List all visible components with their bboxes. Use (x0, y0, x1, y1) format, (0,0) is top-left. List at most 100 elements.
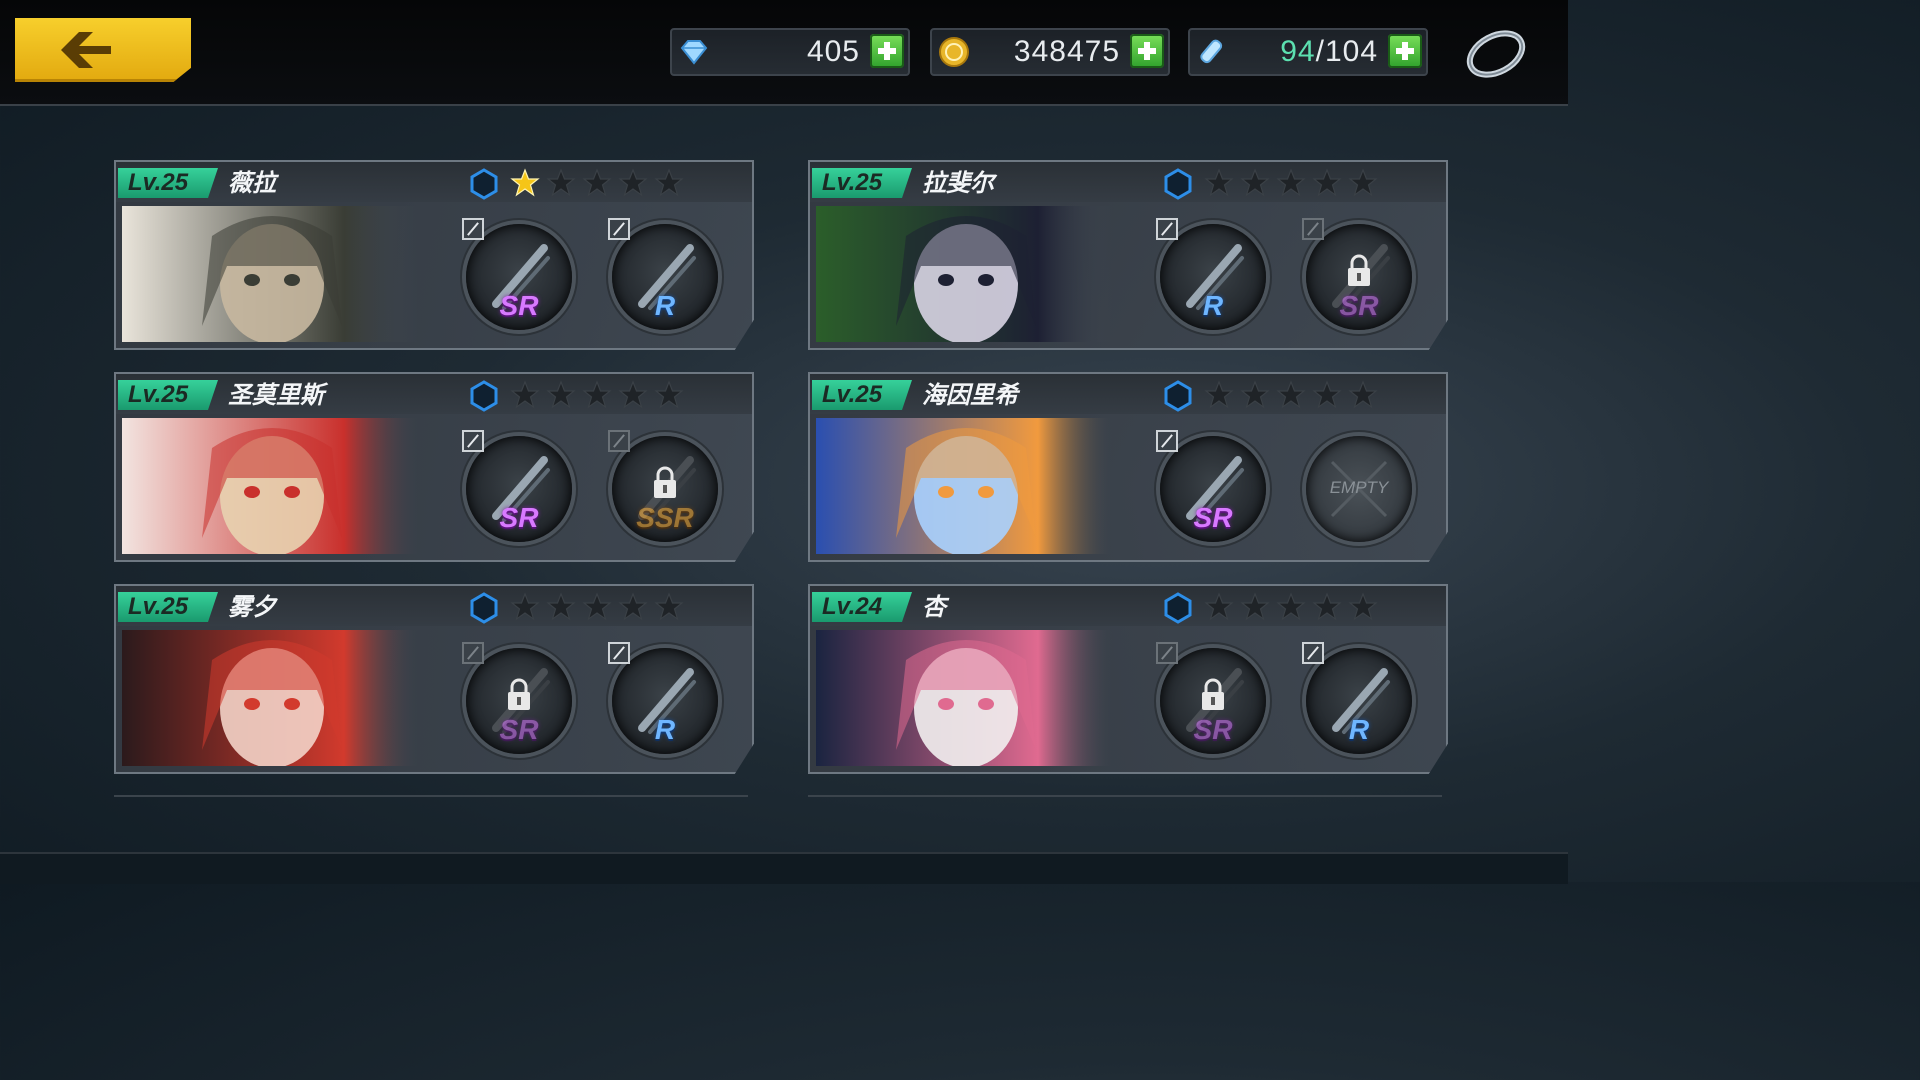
equipment-slot[interactable]: SR (462, 218, 572, 330)
equipment-slot[interactable]: R (608, 642, 718, 754)
hexagon-icon (1164, 380, 1192, 412)
card-header: Lv.25 拉斐尔 (810, 162, 1446, 202)
card-header: Lv.25 海因里希 (810, 374, 1446, 414)
rarity-label: SR (1193, 714, 1233, 745)
star-empty-icon (654, 592, 684, 621)
rarity-label: R (654, 714, 676, 745)
star-empty-icon (654, 168, 684, 197)
rarity-label: SR (499, 714, 539, 745)
star-empty-icon (1348, 592, 1378, 621)
gold-coin-icon (939, 37, 969, 67)
star-empty-icon (582, 168, 612, 197)
lock-icon (508, 678, 530, 710)
empty-slot-label: EMPTY (1329, 478, 1389, 497)
star-empty-icon (546, 380, 576, 409)
equipment-slot[interactable]: R (1302, 642, 1412, 754)
stamina-value: 94/104 (1280, 35, 1378, 68)
equipment-slot[interactable]: SR (462, 642, 572, 754)
star-empty-icon (546, 168, 576, 197)
back-button[interactable] (15, 18, 191, 82)
rarity-label: SR (499, 502, 539, 533)
level-badge: Lv.25 (812, 380, 912, 410)
star-empty-icon (1204, 592, 1234, 621)
rarity-label: SSR (636, 502, 694, 533)
star-rating (510, 168, 684, 198)
hexagon-icon (1164, 168, 1192, 200)
star-empty-icon (1348, 380, 1378, 409)
star-empty-icon (1240, 168, 1270, 197)
character-card[interactable]: Lv.25 海因里希 SR EMPTY (808, 372, 1448, 562)
character-card[interactable]: Lv.25 圣莫里斯 SR SSR (114, 372, 754, 562)
equipment-slot[interactable]: SR (462, 430, 572, 542)
star-empty-icon (618, 592, 648, 621)
hexagon-icon (470, 592, 498, 624)
character-card[interactable]: Lv.25 薇拉 SR R (114, 160, 754, 350)
rarity-label: R (1202, 290, 1224, 321)
equipment-slot[interactable]: SR (1302, 218, 1412, 330)
character-portrait (816, 418, 1112, 554)
rarity-label: SR (1193, 502, 1233, 533)
back-arrow-icon (61, 32, 111, 68)
level-badge: Lv.25 (812, 168, 912, 198)
character-portrait (122, 418, 418, 554)
character-card[interactable]: Lv.25 拉斐尔 R SR (808, 160, 1448, 350)
rarity-label: R (1348, 714, 1370, 745)
card-header: Lv.25 雾夕 (116, 586, 752, 626)
star-empty-icon (582, 380, 612, 409)
star-empty-icon (1312, 592, 1342, 621)
hexagon-icon (470, 380, 498, 412)
gold-counter: 348475 (930, 28, 1170, 76)
add-gold-button[interactable] (1130, 34, 1164, 68)
character-name: 杏 (922, 593, 946, 621)
star-empty-icon (1204, 168, 1234, 197)
star-empty-icon (1276, 592, 1306, 621)
level-badge: Lv.25 (118, 592, 218, 622)
character-card[interactable]: Lv.25 雾夕 SR R (114, 584, 754, 774)
gem-value: 405 (806, 35, 860, 68)
character-portrait (816, 206, 1112, 342)
star-empty-icon (1204, 380, 1234, 409)
character-name: 圣莫里斯 (228, 381, 324, 409)
star-rating (1204, 168, 1378, 198)
ring-icon[interactable] (1460, 20, 1530, 84)
hexagon-icon (470, 168, 498, 200)
star-empty-icon (1276, 168, 1306, 197)
star-empty-icon (1276, 380, 1306, 409)
equipment-slot[interactable]: R (608, 218, 718, 330)
add-gems-button[interactable] (870, 34, 904, 68)
stamina-vial-icon (1200, 39, 1223, 64)
star-empty-icon (1312, 168, 1342, 197)
level-badge: Lv.24 (812, 592, 912, 622)
card-header: Lv.25 薇拉 (116, 162, 752, 202)
equipment-slot[interactable]: SR (1156, 430, 1266, 542)
rarity-label: R (654, 290, 676, 321)
star-rating (510, 380, 684, 410)
level-badge: Lv.25 (118, 380, 218, 410)
equipment-slot[interactable]: R (1156, 218, 1266, 330)
star-empty-icon (1240, 592, 1270, 621)
equipment-slot-empty[interactable]: EMPTY (1306, 436, 1412, 542)
hexagon-icon (1164, 592, 1192, 624)
star-rating (1204, 592, 1378, 622)
card-header: Lv.24 杏 (810, 586, 1446, 626)
star-rating (510, 592, 684, 622)
rarity-label: SR (499, 290, 539, 321)
character-name: 雾夕 (228, 593, 276, 621)
divider (114, 795, 748, 797)
equipment-slot[interactable]: SR (1156, 642, 1266, 754)
divider (808, 795, 1442, 797)
equipment-slot[interactable]: SSR (608, 430, 718, 542)
rarity-label: SR (1339, 290, 1379, 321)
diamond-icon (680, 40, 708, 65)
star-empty-icon (510, 380, 540, 409)
lock-icon (654, 466, 676, 498)
star-empty-icon (1312, 380, 1342, 409)
lock-icon (1348, 254, 1370, 286)
star-empty-icon (1348, 168, 1378, 197)
bottom-bar (0, 852, 1568, 884)
character-card[interactable]: Lv.24 杏 SR R (808, 584, 1448, 774)
star-empty-icon (618, 168, 648, 197)
stamina-counter: 94/104 (1188, 28, 1428, 76)
star-empty-icon (510, 592, 540, 621)
add-stamina-button[interactable] (1388, 34, 1422, 68)
